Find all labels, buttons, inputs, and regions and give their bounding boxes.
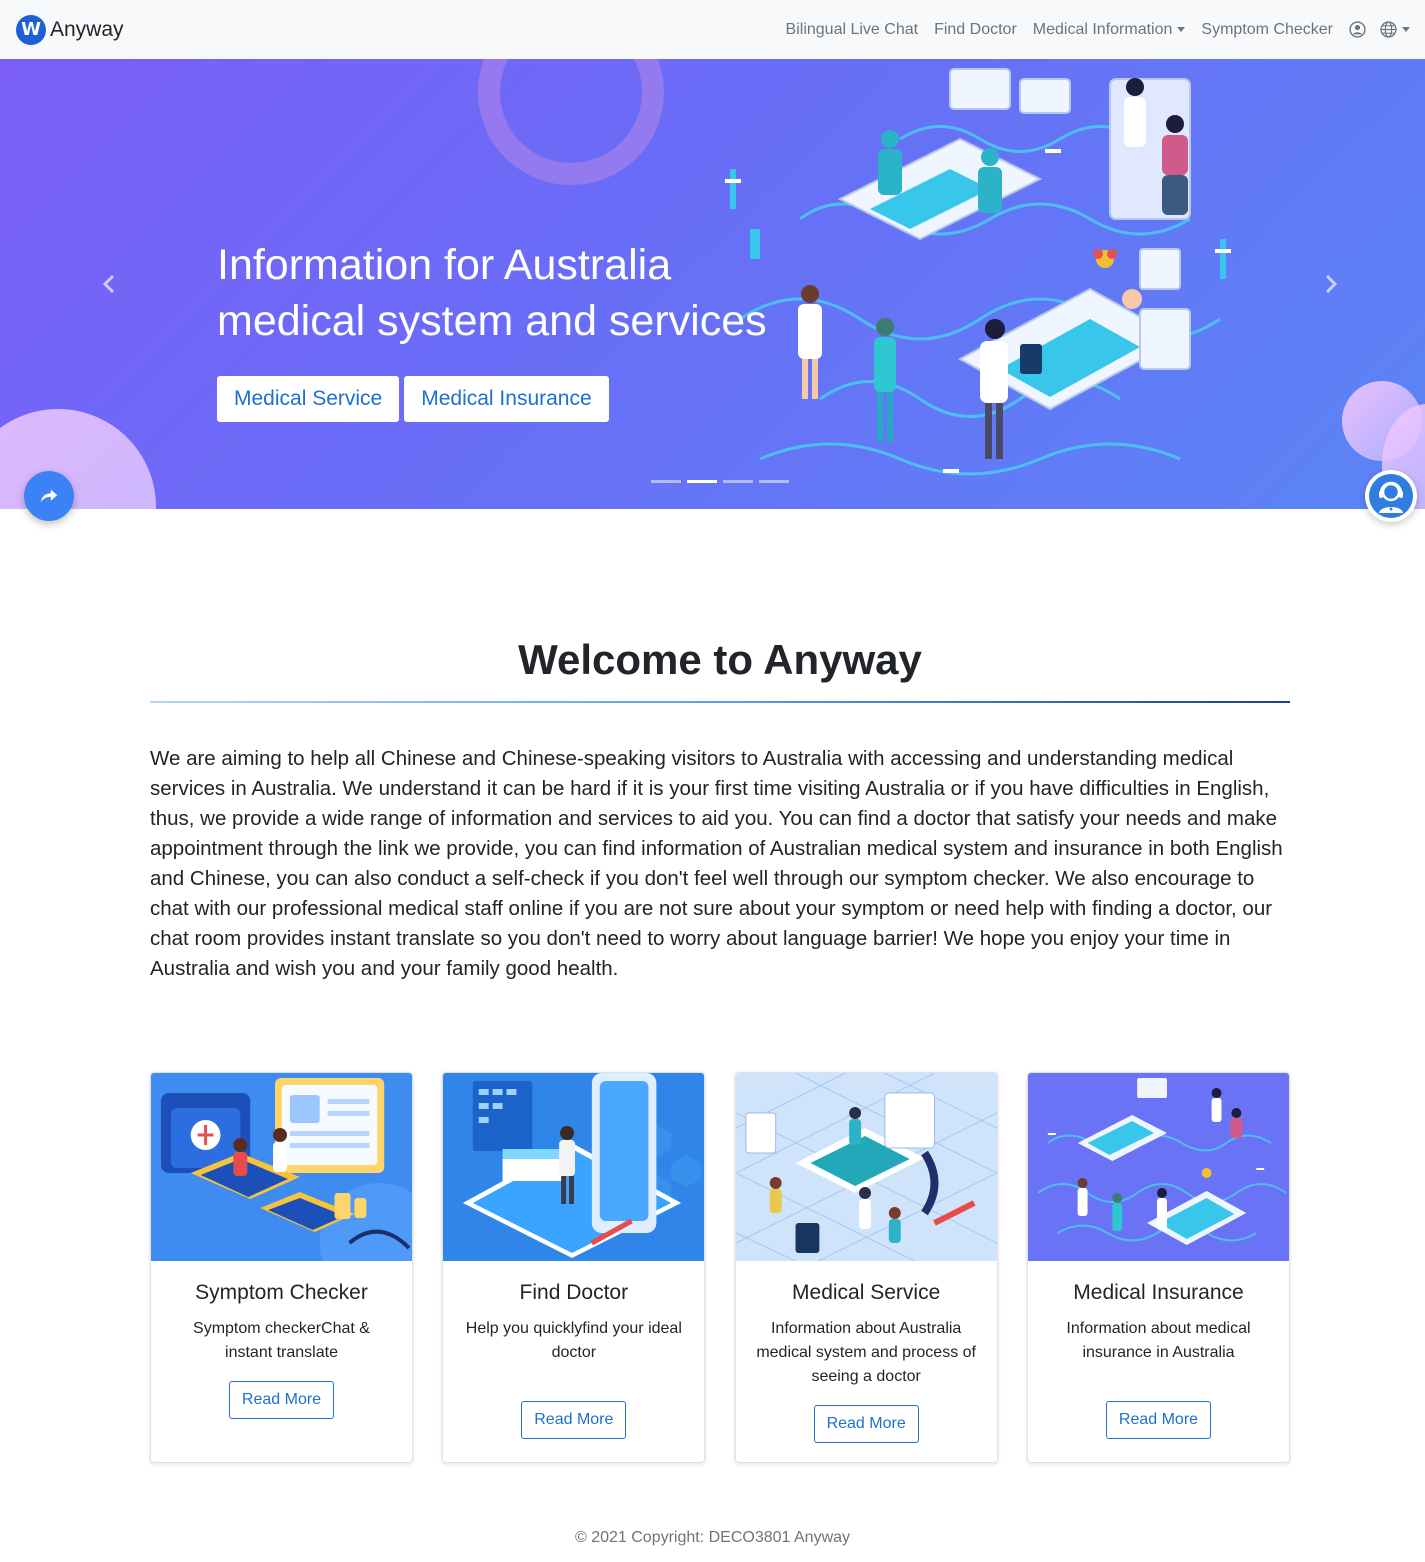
chevron-right-icon [1325,274,1338,294]
navbar: W Anyway Bilingual Live Chat Find Doctor… [0,0,1425,59]
nav-links: Bilingual Live Chat Find Doctor Medical … [778,0,1417,59]
card-text: Symptom checkerChat & instant translate [193,1320,370,1361]
live-chat-button[interactable] [1365,470,1417,522]
medical-insurance-illustration [1027,1073,1289,1261]
medical-insurance-button[interactable]: Medical Insurance [404,376,609,422]
card-text: Information about medical insurance in A… [1066,1320,1251,1361]
nav-link-live-chat[interactable]: Bilingual Live Chat [778,21,927,39]
read-more-button[interactable]: Read More [1105,1401,1212,1439]
card-button-wrap: Read More [1028,1401,1289,1439]
card-title: Find Doctor [519,1281,629,1304]
card-text: Information about Australia medical syst… [756,1320,976,1385]
language-dropdown[interactable] [1373,21,1417,38]
hero-title: Information for Australia medical system… [217,237,817,349]
decorative-ring [478,59,664,185]
carousel-indicators [651,480,789,483]
brand-name: Anyway [50,17,124,41]
card-button-wrap: Read More [151,1381,412,1419]
card-title: Medical Service [792,1281,941,1304]
welcome-text: We are aiming to help all Chinese and Ch… [150,747,1283,980]
card-symptom-checker: Symptom Checker Symptom checkerChat & in… [150,1072,413,1463]
support-agent-icon [1369,474,1413,518]
hero-title-line2: medical system and services [217,297,767,345]
card-button-wrap: Read More [443,1401,704,1439]
carousel-indicator[interactable] [723,480,753,483]
share-arrow-icon [40,489,58,503]
medical-service-illustration [735,1073,997,1261]
carousel-prev-button[interactable] [98,272,120,296]
nav-link-symptom-checker[interactable]: Symptom Checker [1193,21,1341,39]
carousel-next-button[interactable] [1320,272,1342,296]
footer-copyright: © 2021 Copyright: DECO3801 Anyway [574,1529,851,1546]
brand[interactable]: W Anyway [16,14,124,45]
nav-dropdown-medical-information[interactable]: Medical Information [1025,21,1194,39]
hero-buttons: Medical Service Medical Insurance [217,376,609,422]
hero-title-line1: Information for Australia [217,241,672,289]
nav-dropdown-label: Medical Information [1032,20,1173,38]
card-title: Symptom Checker [195,1281,368,1304]
card-button-wrap: Read More [736,1405,997,1443]
carousel-indicator[interactable] [759,480,789,483]
card-medical-service: Medical Service Information about Austra… [734,1072,998,1463]
symptom-checker-illustration [151,1073,412,1261]
brand-logo-icon: W [16,14,46,45]
read-more-button[interactable]: Read More [228,1381,335,1419]
globe-icon [1380,21,1397,38]
carousel-indicator[interactable] [651,480,681,483]
medical-service-button[interactable]: Medical Service [217,376,400,422]
user-circle-icon[interactable] [1341,21,1373,38]
find-doctor-illustration [443,1073,705,1261]
welcome-divider [150,701,1290,703]
welcome-title: Welcome to Anyway [518,636,922,683]
carousel-indicator-active[interactable] [687,480,717,483]
hero-carousel: Information for Australia medical system… [0,59,1425,509]
feature-cards: Symptom Checker Symptom checkerChat & in… [150,1072,1290,1463]
read-more-button[interactable]: Read More [521,1401,627,1439]
nav-link-find-doctor[interactable]: Find Doctor [926,21,1025,39]
share-button[interactable] [24,471,74,521]
read-more-button[interactable]: Read More [813,1405,919,1443]
card-text: Help you quicklyfind your ideal doctor [465,1320,682,1361]
chevron-left-icon [102,274,115,294]
card-find-doctor: Find Doctor Help you quicklyfind your id… [442,1072,706,1463]
caret-down-icon [1402,27,1410,32]
card-medical-insurance: Medical Insurance Information about medi… [1026,1072,1290,1463]
caret-down-icon [1177,26,1186,32]
card-title: Medical Insurance [1073,1281,1244,1304]
